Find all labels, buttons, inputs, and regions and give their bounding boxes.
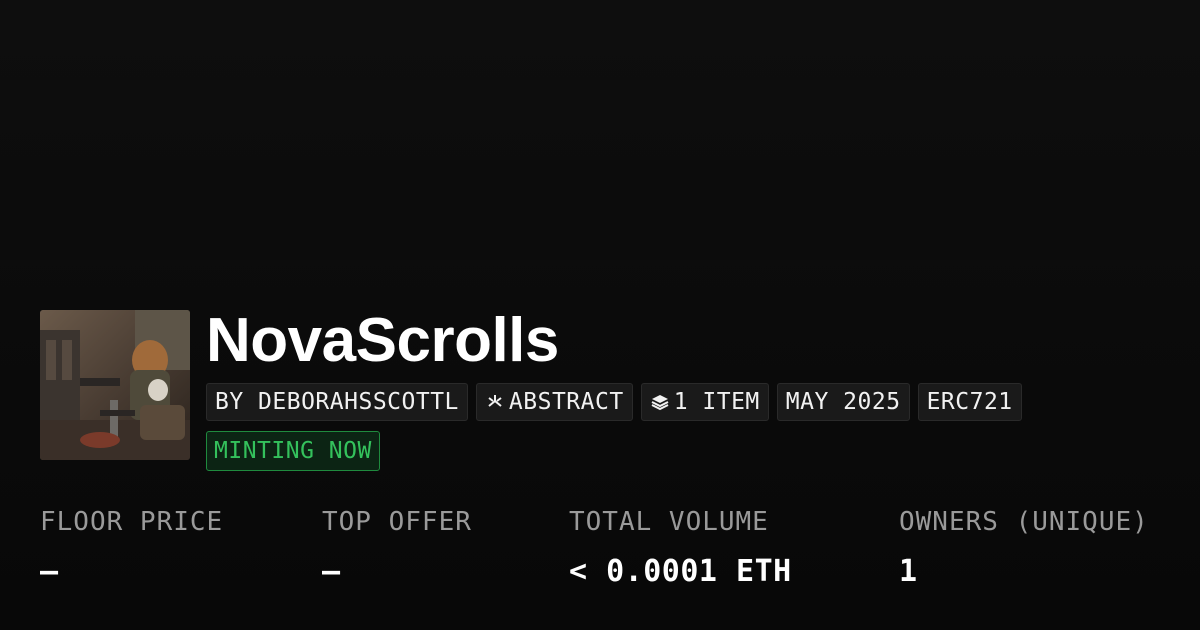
top-offer-value: — xyxy=(322,554,341,589)
items-tag[interactable]: 1 ITEM xyxy=(640,383,769,421)
top-offer-label: TOP OFFER xyxy=(322,507,472,537)
minting-status-badge: MINTING NOW xyxy=(206,431,380,471)
total-volume-value: < 0.0001 ETH xyxy=(569,554,792,589)
creator-label: BY DEBORAHSSCOTTL xyxy=(215,389,459,415)
creator-tag[interactable]: BY DEBORAHSSCOTTL xyxy=(206,383,468,421)
chain-tag[interactable]: ABSTRACT xyxy=(475,383,633,421)
top-offer-stat: TOP OFFER — xyxy=(322,504,472,590)
items-label: 1 ITEM xyxy=(673,389,760,415)
total-volume-label: TOTAL VOLUME xyxy=(569,507,769,537)
date-label: MAY 2025 xyxy=(785,389,901,415)
date-tag: MAY 2025 xyxy=(776,383,910,421)
layers-icon xyxy=(650,392,670,412)
collection-thumbnail xyxy=(40,310,190,460)
chain-label: ABSTRACT xyxy=(508,389,624,415)
floor-price-label: FLOOR PRICE xyxy=(40,507,224,537)
owners-label: OWNERS (UNIQUE) xyxy=(899,507,1149,537)
standard-label: ERC721 xyxy=(926,389,1013,415)
floor-price-value: — xyxy=(40,554,59,589)
owners-value: 1 xyxy=(899,554,918,589)
owners-stat: OWNERS (UNIQUE) 1 xyxy=(899,504,1149,590)
standard-tag: ERC721 xyxy=(917,383,1022,421)
floor-price-stat: FLOOR PRICE — xyxy=(40,504,223,590)
abstract-chain-icon xyxy=(485,392,505,412)
total-volume-stat: TOTAL VOLUME < 0.0001 ETH xyxy=(569,504,792,590)
collection-title: NovaScrolls xyxy=(206,306,559,375)
collection-tags: BY DEBORAHSSCOTTL ABSTRACT 1 ITEM MAY 20… xyxy=(206,383,1022,421)
